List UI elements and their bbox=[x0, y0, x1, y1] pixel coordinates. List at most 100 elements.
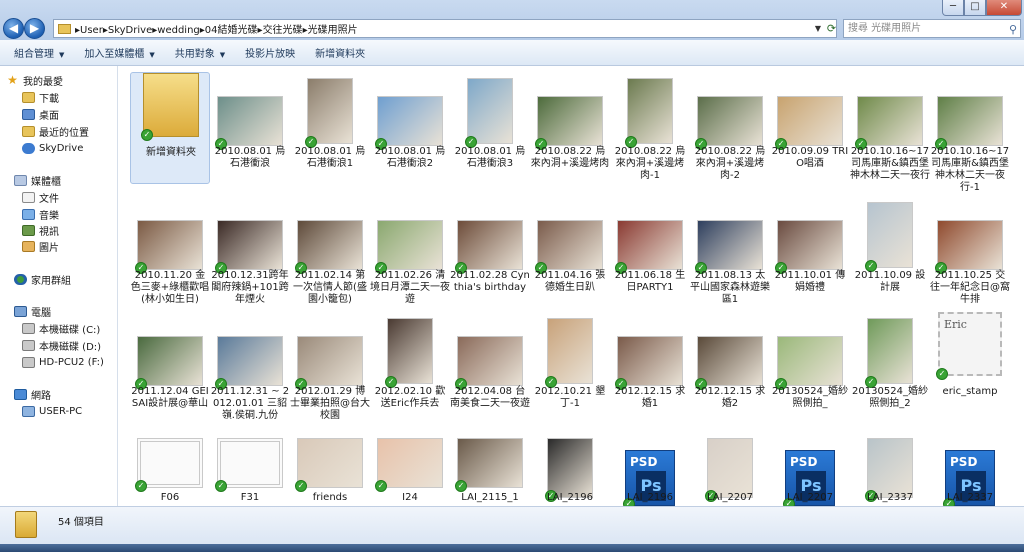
close-button[interactable]: ✕ bbox=[986, 0, 1022, 16]
file-item[interactable]: ✓ LAI_2115_1 bbox=[450, 438, 530, 503]
file-item[interactable]: ✓ LAI_2337 bbox=[850, 438, 930, 503]
file-item[interactable]: ✓ 2010.11.20 金色三麥+綠櫃歡唱(林小如生日) bbox=[130, 196, 210, 308]
nav-label: 文件 bbox=[39, 193, 59, 205]
file-item[interactable]: ✓ 2012.10.21 墾丁-1 bbox=[530, 312, 610, 424]
file-list-view[interactable]: ✓ 新增資料夾 ✓ 2010.08.01 烏石港衝浪 ✓ 2010.08.01 烏石港衝浪… bbox=[119, 66, 1024, 506]
file-item[interactable]: ✓ F06 bbox=[130, 438, 210, 503]
file-item[interactable]: ✓ 2012.02.10 歡送Eric作兵去 bbox=[370, 312, 450, 424]
file-item[interactable]: ✓ 2011.10.09 設計展 bbox=[850, 196, 930, 308]
file-item[interactable]: ✓ 2011.10.01 傳娟婚禮 bbox=[770, 196, 850, 308]
back-button[interactable]: ◀ bbox=[3, 18, 24, 39]
file-item[interactable]: ✓ 2011.06.18 生日PARTY1 bbox=[610, 196, 690, 308]
file-item[interactable]: ✓ 2012.12.15 求婚1 bbox=[610, 312, 690, 424]
nav-label: 媒體櫃 bbox=[31, 176, 61, 188]
file-item[interactable]: ✓ 2010.08.01 烏石港衝浪3 bbox=[450, 72, 530, 184]
file-item[interactable]: ✓ 2010.08.22 烏來內洞+溪邊烤肉-1 bbox=[610, 72, 690, 184]
maximize-button[interactable]: □ bbox=[964, 0, 986, 16]
nav-documents[interactable]: 文件 bbox=[22, 189, 59, 205]
file-item[interactable]: ✓ I24 bbox=[370, 438, 450, 503]
sync-check-icon: ✓ bbox=[215, 480, 227, 492]
file-item[interactable]: ✓ 2010.08.01 烏石港衝浪1 bbox=[290, 72, 370, 184]
photo-thumbnail bbox=[867, 438, 913, 498]
nav-libraries[interactable]: 媒體櫃 bbox=[14, 172, 61, 188]
file-item[interactable]: Eric ✓ eric_stamp bbox=[930, 312, 1010, 424]
nav-drive-f[interactable]: HD-PCU2 (F:) bbox=[22, 354, 104, 370]
file-item[interactable]: ✓ 2010.08.22 烏來內洞+溪邊烤肉-2 bbox=[690, 72, 770, 184]
add-to-library-label: 加入至媒體櫃 bbox=[84, 49, 145, 60]
nav-desktop[interactable]: 桌面 bbox=[22, 106, 59, 122]
nav-drive-c[interactable]: 本機磁碟 (C:) bbox=[22, 320, 100, 336]
file-item[interactable]: ✓ 2010.10.16~17 司馬庫斯&鎮西堡神木林二天一夜行 bbox=[850, 72, 930, 184]
nav-pictures[interactable]: 圖片 bbox=[22, 238, 59, 254]
file-item[interactable]: PSD Ps ✓ LAI_2337 bbox=[930, 438, 1010, 506]
folder-icon bbox=[15, 511, 37, 538]
file-item[interactable]: ✓ LAI_2196 bbox=[530, 438, 610, 503]
search-icon: ⚲ bbox=[1008, 23, 1017, 36]
breadcrumb-item[interactable]: 04結婚光碟 bbox=[205, 21, 258, 36]
file-item[interactable]: ✓ 2010.08.01 烏石港衝浪2 bbox=[370, 72, 450, 184]
file-item[interactable]: ✓ 2010.08.01 烏石港衝浪 bbox=[210, 72, 290, 184]
file-item[interactable]: PSD Ps ✓ LAI_2207 bbox=[770, 438, 850, 506]
nav-label: 電腦 bbox=[31, 307, 51, 319]
file-item[interactable]: ✓ 2012.12.15 求婚2 bbox=[690, 312, 770, 424]
breadcrumb-item[interactable]: User bbox=[80, 25, 103, 36]
file-item[interactable]: ✓ friends bbox=[290, 438, 370, 503]
file-item[interactable]: ✓ 2011.12.31 ~ 2012.01.01 三貂嶺.侯硐.九份 bbox=[210, 312, 290, 424]
file-item[interactable]: ✓ 2011.02.26 清境日月潭二天一夜遊 bbox=[370, 196, 450, 308]
nav-favorites[interactable]: ★ 我的最愛 bbox=[6, 72, 63, 88]
file-name: 2010.08.22 烏來內洞+溪邊烤肉-1 bbox=[614, 146, 686, 181]
file-item[interactable]: ✓ 20130524_婚紗照側拍_ bbox=[770, 312, 850, 424]
file-item[interactable]: ✓ 2011.12.04 GEISAI設計展@華山 bbox=[130, 312, 210, 424]
nav-network[interactable]: 網路 bbox=[14, 386, 51, 402]
nav-user-pc[interactable]: USER-PC bbox=[22, 403, 82, 419]
file-item[interactable]: ✓ 2011.02.14 第一次信情人節(盛園小籠包) bbox=[290, 196, 370, 308]
file-name: 2010.11.20 金色三麥+綠櫃歡唱(林小如生日) bbox=[130, 270, 210, 305]
network-icon bbox=[14, 388, 27, 400]
nav-music[interactable]: 音樂 bbox=[22, 206, 59, 222]
nav-videos[interactable]: 視訊 bbox=[22, 222, 59, 238]
file-item[interactable]: ✓ 2010.12.31跨年閣府辣鍋+101跨年煙火 bbox=[210, 196, 290, 308]
forward-button[interactable]: ▶ bbox=[24, 18, 45, 39]
file-item[interactable]: ✓ 20130524_婚紗照側拍_2 bbox=[850, 312, 930, 424]
file-item[interactable]: ✓ 2011.02.28 Cynthia's birthday bbox=[450, 196, 530, 308]
file-item[interactable]: ✓ 2011.08.13 太平山國家森林遊樂區1 bbox=[690, 196, 770, 308]
file-item[interactable]: ✓ LAI_2207 bbox=[690, 438, 770, 503]
search-input[interactable]: 搜尋 光碟用照片 ⚲ bbox=[843, 19, 1021, 38]
share-button[interactable]: 共用對象 ▼ bbox=[175, 45, 225, 60]
new-folder-button[interactable]: 新增資料夾 bbox=[315, 45, 365, 60]
nav-skydrive[interactable]: SkyDrive bbox=[22, 140, 83, 156]
breadcrumb-item[interactable]: 交往光碟 bbox=[263, 21, 303, 36]
add-to-library-button[interactable]: 加入至媒體櫃 ▼ bbox=[84, 45, 154, 60]
organize-button[interactable]: 組合管理 ▼ bbox=[14, 45, 64, 60]
photo-thumbnail bbox=[697, 220, 763, 270]
nav-recent[interactable]: 最近的位置 bbox=[22, 123, 89, 139]
refresh-button[interactable]: ⟳ bbox=[824, 19, 839, 38]
nav-drive-d[interactable]: 本機磁碟 (D:) bbox=[22, 337, 101, 353]
file-item[interactable]: ✓ 2011.10.25 交往一年紀念日@窩牛排 bbox=[930, 196, 1010, 308]
file-item[interactable]: PSD Ps ✓ LAI_2196 bbox=[610, 438, 690, 506]
sync-check-icon: ✓ bbox=[141, 129, 153, 141]
file-item[interactable]: ✓ 2010.08.22 烏來內洞+溪邊烤肉 bbox=[530, 72, 610, 184]
psd-badge: PSD bbox=[790, 455, 818, 469]
file-item[interactable]: ✓ 2010.09.09 TRIO唱酒 bbox=[770, 72, 850, 184]
breadcrumb-item[interactable]: wedding bbox=[157, 25, 200, 36]
folder-item[interactable]: ✓ 新增資料夾 bbox=[130, 72, 210, 184]
file-item[interactable]: ✓ F31 bbox=[210, 438, 290, 503]
file-name: 20130524_婚紗照側拍_2 bbox=[852, 386, 928, 409]
nav-computer[interactable]: 電腦 bbox=[14, 303, 51, 319]
nav-homegroup[interactable]: 家用群組 bbox=[14, 271, 71, 287]
breadcrumb-item[interactable]: SkyDrive bbox=[108, 25, 152, 36]
chevron-down-icon: ▼ bbox=[149, 51, 155, 59]
address-dropdown-button[interactable]: ▼ bbox=[812, 19, 824, 38]
slideshow-button[interactable]: 投影片放映 bbox=[245, 45, 295, 60]
file-item[interactable]: ✓ 2010.10.16~17 司馬庫斯&鎮西堡神木林二天一夜行-1 bbox=[930, 72, 1010, 193]
file-name: LAI_2337 bbox=[946, 492, 994, 503]
breadcrumb-item[interactable]: 光碟用照片 bbox=[308, 21, 358, 36]
minimize-button[interactable]: ─ bbox=[942, 0, 964, 16]
nav-downloads[interactable]: 下載 bbox=[22, 89, 59, 105]
address-bar[interactable]: ▸User▸SkyDrive▸wedding▸04結婚光碟▸交往光碟▸光碟用照片 bbox=[53, 19, 837, 38]
file-item[interactable]: ✓ 2012.04.08 台南美食二天一夜遊 bbox=[450, 312, 530, 424]
file-item[interactable]: ✓ 2012.01.29 博士畢業拍照@台大校園 bbox=[290, 312, 370, 424]
chevron-down-icon: ▼ bbox=[814, 24, 822, 33]
file-item[interactable]: ✓ 2011.04.16 張德婚生日趴 bbox=[530, 196, 610, 308]
